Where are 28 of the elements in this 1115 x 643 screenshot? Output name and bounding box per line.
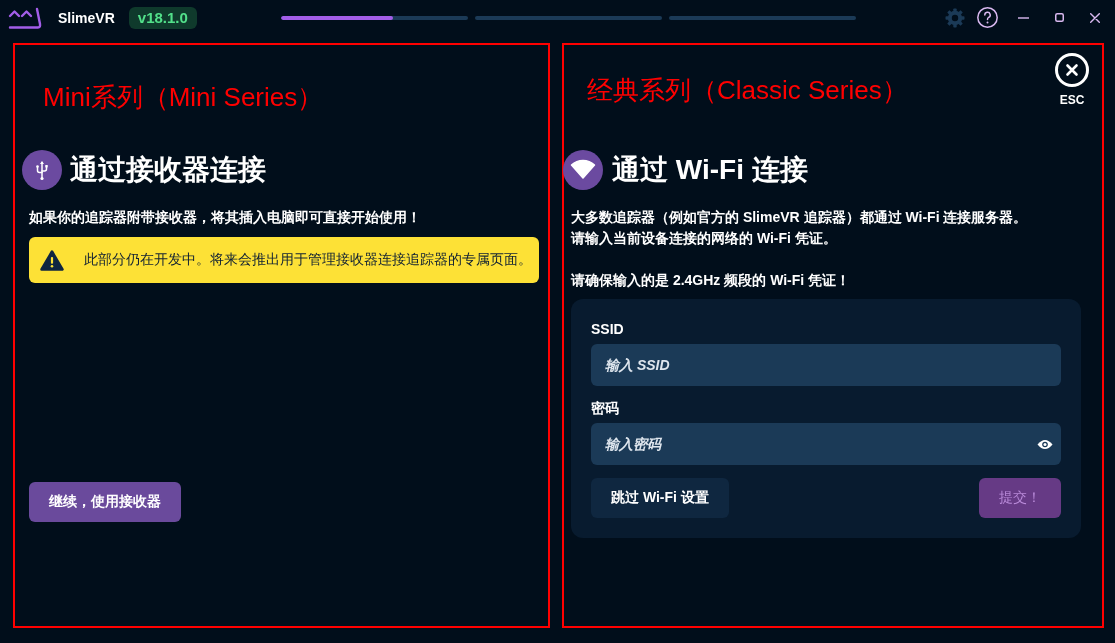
version-badge: v18.1.0 bbox=[128, 6, 197, 29]
annotation-label: 经典系列（Classic Series） bbox=[587, 74, 908, 107]
field-label: 密码 bbox=[591, 399, 619, 417]
annotation-label: Mini系列（Mini Series） bbox=[43, 81, 324, 114]
maximize-icon[interactable] bbox=[1054, 13, 1064, 22]
section-heading: 通过接收器连接 bbox=[70, 153, 266, 187]
slime-logo bbox=[8, 6, 42, 29]
help-icon[interactable] bbox=[977, 7, 998, 28]
continue-button[interactable]: 继续，使用接收器 bbox=[29, 482, 181, 522]
minimize-icon[interactable] bbox=[1017, 16, 1029, 19]
warning-icon bbox=[40, 249, 64, 271]
warning-text: 此部分仍在开发中。将来会推出用于管理接收器连接追踪器的专属页面。 bbox=[84, 251, 532, 269]
close-icon[interactable] bbox=[1090, 12, 1100, 23]
usb-icon bbox=[22, 150, 62, 190]
field-label: SSID bbox=[591, 320, 624, 338]
close-icon bbox=[1055, 53, 1089, 87]
eye-icon[interactable] bbox=[1037, 438, 1053, 450]
description-text: 请输入当前设备连接的网络的 Wi-Fi 凭证。 bbox=[571, 229, 838, 248]
skip-button[interactable]: 跳过 Wi-Fi 设置 bbox=[591, 478, 729, 518]
close-button[interactable]: ESC bbox=[1055, 53, 1089, 107]
section-heading: 通过 Wi-Fi 连接 bbox=[612, 153, 808, 187]
description-text: 如果你的追踪器附带接收器，将其插入电脑即可直接开始使用！ bbox=[29, 208, 422, 227]
password-field[interactable]: 输入密码 bbox=[591, 423, 1061, 465]
note-text: 请确保输入的是 2.4GHz 频段的 Wi-Fi 凭证！ bbox=[571, 271, 852, 290]
wifi-icon bbox=[563, 150, 603, 190]
description-text: 大多数追踪器（例如官方的 SlimeVR 追踪器）都通过 Wi-Fi 连接服务器。 bbox=[571, 208, 1029, 227]
app-title: SlimeVR bbox=[58, 9, 115, 26]
ssid-field[interactable]: 输入 SSID bbox=[591, 344, 1061, 386]
